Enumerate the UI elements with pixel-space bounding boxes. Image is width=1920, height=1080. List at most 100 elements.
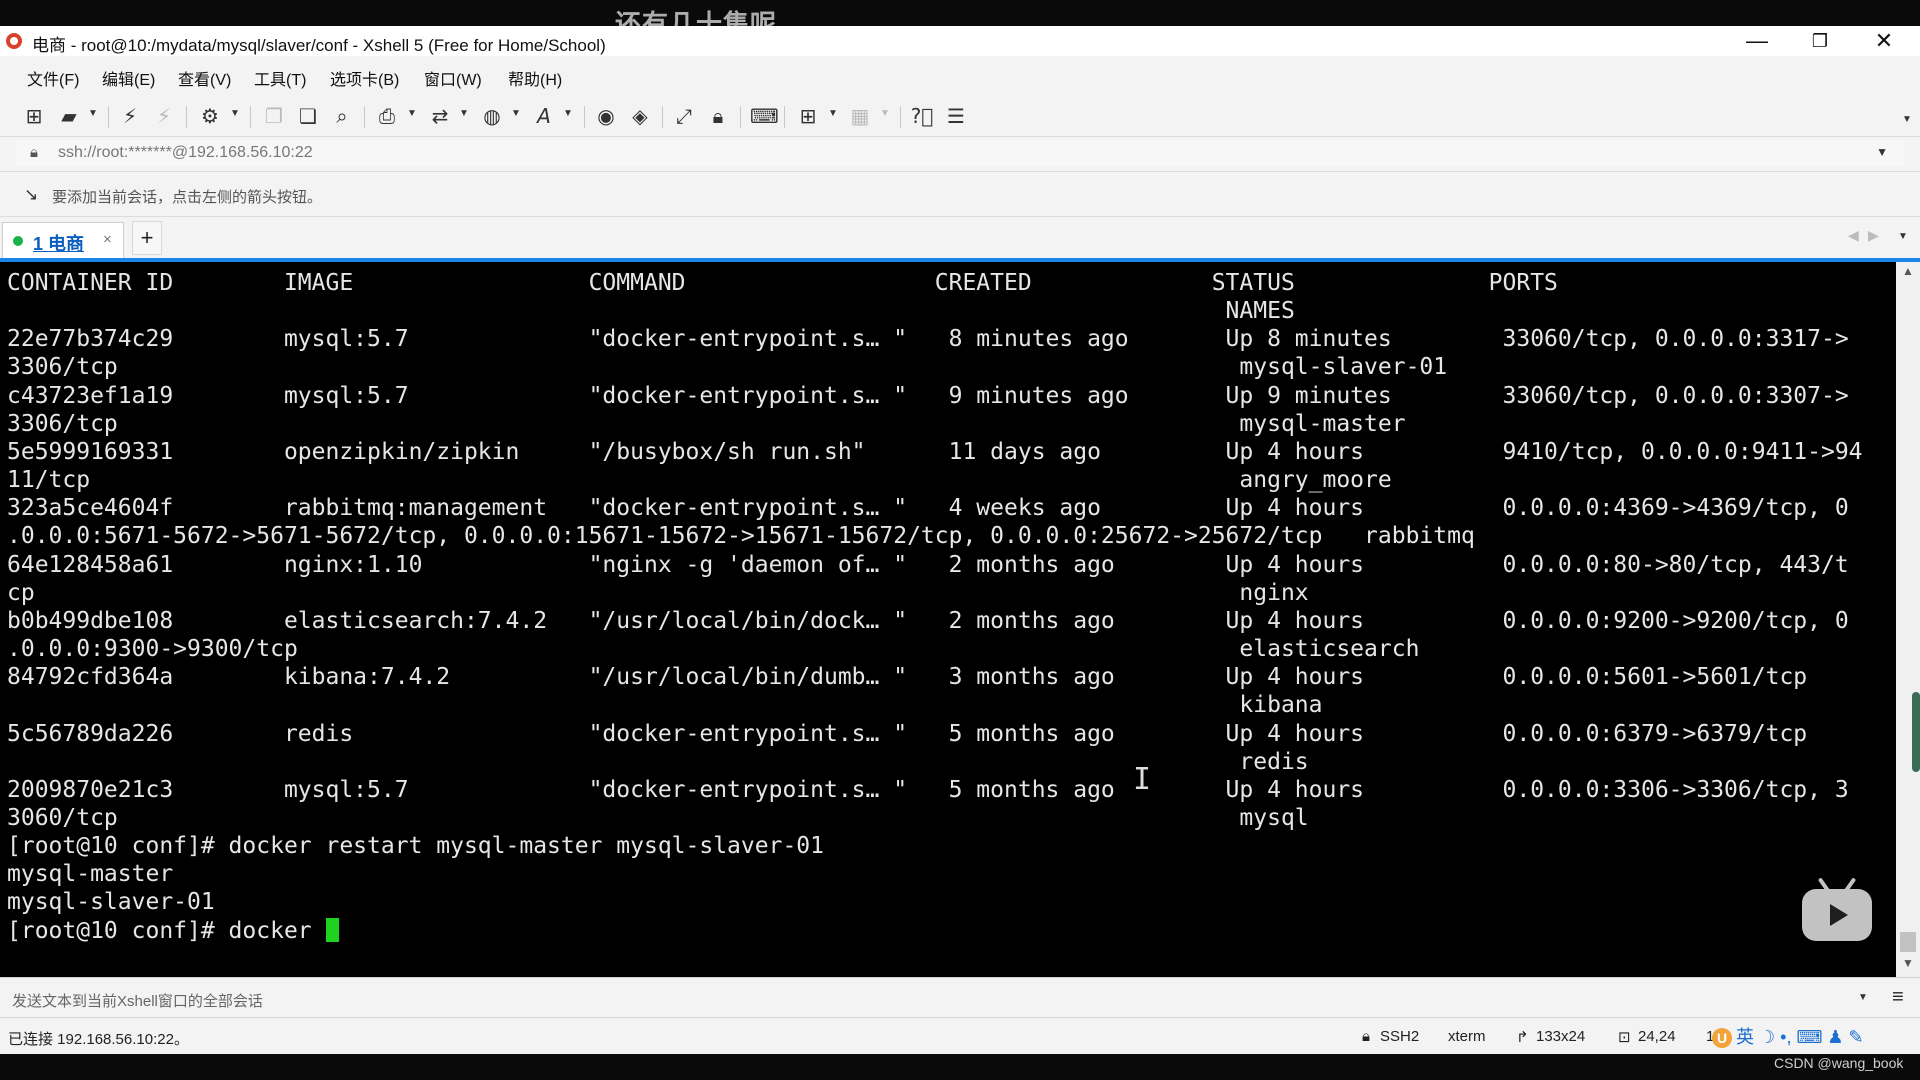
chat-icon[interactable]: ☰	[944, 104, 968, 128]
terminal-line: 84792cfd364a kibana:7.4.2 "/usr/local/bi…	[7, 664, 1808, 691]
terminal-line: 3306/tcp mysql-slaver-01	[7, 354, 1448, 381]
terminal-line: .0.0.0:9300->9300/tcp elasticsearch	[7, 636, 1420, 663]
menu-edit[interactable]: 编辑(E)	[102, 66, 155, 90]
terminal-line: 5e5999169331 openzipkin/zipkin "/busybox…	[7, 438, 1863, 465]
terminal-output: CONTAINER ID IMAGE COMMAND CREATED STATU…	[7, 269, 1863, 945]
add-tab-button[interactable]: +	[132, 221, 162, 255]
paste-icon[interactable]: ❏	[296, 104, 320, 128]
chevron-down-icon[interactable]: ▼	[230, 108, 240, 119]
toolbar-separator	[740, 106, 741, 128]
add-session-arrow-icon[interactable]: ↘	[24, 185, 38, 205]
csdn-watermark: CSDN @wang_book	[1774, 1055, 1904, 1071]
tab-scroll-right-icon[interactable]: ▶	[1868, 227, 1879, 244]
terminal-line: 3306/tcp mysql-master	[7, 410, 1406, 437]
tab-dianshang[interactable]: 1 电商 ×	[2, 222, 124, 258]
terminal-line: CONTAINER ID IMAGE COMMAND CREATED STATU…	[7, 270, 1558, 296]
tab-bar: 1 电商 × + ◀ ▶ ▼	[0, 216, 1920, 259]
transfer-icon[interactable]: ⇄	[428, 104, 452, 128]
chevron-down-icon[interactable]: ▼	[88, 108, 98, 119]
protocol-label: SSH2	[1380, 1028, 1420, 1045]
menu-tabs[interactable]: 选项卡(B)	[330, 66, 399, 90]
close-button[interactable]: ✕	[1854, 26, 1914, 56]
globe-icon[interactable]: ◍	[480, 104, 504, 128]
restore-button[interactable]: ❐	[1790, 26, 1850, 56]
print-icon[interactable]: ⎙	[375, 104, 399, 128]
keyboard-icon[interactable]: ⌨	[750, 104, 779, 128]
tab-scroll-left-icon[interactable]: ◀	[1848, 227, 1859, 244]
resize-icon: ↱	[1516, 1029, 1529, 1046]
bilibili-play-icon[interactable]	[1802, 889, 1872, 941]
chevron-down-icon[interactable]: ▼	[880, 108, 890, 119]
scroll-down-icon[interactable]: ▼	[1902, 956, 1914, 970]
tab-list-dropdown-icon[interactable]: ▼	[1898, 231, 1908, 242]
open-folder-icon[interactable]: ▰	[57, 104, 81, 128]
minimize-button[interactable]: —	[1727, 26, 1787, 56]
toolbar-separator	[186, 106, 187, 128]
menu-bar: 文件(F) 编辑(E) 查看(V) 工具(T) 选项卡(B) 窗口(W) 帮助(…	[0, 56, 1920, 96]
add-tab-icon[interactable]: ⊞	[796, 104, 820, 128]
terminal-scrollbar[interactable]: ▲ ▼	[1896, 262, 1920, 977]
chevron-down-icon[interactable]: ▼	[459, 108, 469, 119]
connected-status-icon	[13, 236, 23, 246]
status-bar: 已连接 192.168.56.10:22。 🔒︎ SSH2 xterm ↱ 13…	[0, 1017, 1920, 1055]
toolbar-separator	[250, 106, 251, 128]
compose-input[interactable]: 发送文本到当前Xshell窗口的全部会话	[12, 990, 263, 1011]
toolbar-separator	[364, 106, 365, 128]
font-icon[interactable]: A	[532, 104, 556, 128]
chevron-down-icon[interactable]: ▼	[511, 108, 521, 119]
layout-icon[interactable]: ▦	[848, 104, 872, 128]
text-cursor-icon: I	[1133, 762, 1152, 797]
terminal-prompt[interactable]: [root@10 conf]# docker	[7, 918, 326, 944]
ime-status: 英 ☽ •, ⌨ ♟ ✎	[1736, 1027, 1864, 1047]
properties-icon[interactable]: ⚙	[198, 104, 222, 128]
menu-file[interactable]: 文件(F)	[27, 66, 79, 90]
chevron-down-icon[interactable]: ▼	[1858, 992, 1868, 1003]
terminal-line: b0b499dbe108 elasticsearch:7.4.2 "/usr/l…	[7, 607, 1849, 634]
copy-icon[interactable]: ❐	[262, 104, 286, 128]
terminal-line: mysql-slaver-01	[7, 889, 215, 916]
terminal-cursor	[325, 917, 339, 942]
close-icon[interactable]: ×	[103, 231, 112, 248]
terminal-line: mysql-master	[7, 861, 174, 888]
disconnect-icon[interactable]: ⚡	[152, 104, 176, 128]
fullscreen-icon[interactable]: ⤢	[672, 104, 696, 128]
window-title: 电商 - root@10:/mydata/mysql/slaver/conf -…	[32, 36, 606, 55]
chevron-down-icon[interactable]: ▼	[563, 108, 573, 119]
toolbar: ⊞ ▰ ▼ ⚡ ⚡ ⚙ ▼ ❐ ❏ ⌕ ⎙ ▼ ⇄ ▼ ◍ ▼ A ▼ ◉ ◈ …	[0, 96, 1920, 136]
chevron-down-icon[interactable]: ▼	[828, 108, 838, 119]
scrollbar-thumb[interactable]	[1900, 932, 1916, 952]
find-icon[interactable]: ⌕	[330, 104, 354, 128]
toolbar-separator	[662, 106, 663, 128]
input-method-toolbar[interactable]: U英 ☽ •, ⌨ ♟ ✎	[1712, 1023, 1864, 1049]
chevron-down-icon[interactable]: ▼	[407, 108, 417, 119]
terminal-pane[interactable]: CONTAINER ID IMAGE COMMAND CREATED STATU…	[0, 262, 1896, 977]
menu-view[interactable]: 查看(V)	[178, 66, 231, 90]
hamburger-menu-icon[interactable]: ≡	[1892, 986, 1904, 1009]
toolbar-separator	[784, 106, 785, 128]
lock-icon: 🔒︎	[30, 144, 38, 161]
compose-bar: 发送文本到当前Xshell窗口的全部会话 ▼ ≡	[0, 977, 1920, 1018]
menu-window[interactable]: 窗口(W)	[424, 66, 482, 90]
connect-icon[interactable]: ⚡	[118, 104, 142, 128]
new-session-icon[interactable]: ⊞	[22, 104, 46, 128]
terminal-line: 11/tcp angry_moore	[7, 467, 1392, 494]
chevron-down-icon[interactable]: ▼	[1876, 145, 1888, 159]
session-hint-text: 要添加当前会话，点击左侧的箭头按钮。	[52, 189, 323, 206]
scroll-up-icon[interactable]: ▲	[1902, 264, 1914, 278]
script-icon[interactable]: ◈	[628, 104, 652, 128]
terminal-line: redis	[7, 748, 1309, 775]
terminal-line: kibana	[7, 692, 1323, 719]
lock-icon[interactable]: 🔒︎	[706, 104, 730, 128]
xftp-icon[interactable]: ◉	[594, 104, 618, 128]
address-input[interactable]: 🔒︎ ssh://root:*******@192.168.56.10:22 ▼	[16, 140, 1904, 166]
video-bottom-band	[0, 1054, 1920, 1080]
terminal-line: NAMES	[7, 298, 1295, 325]
scrollbar-marker	[1912, 692, 1920, 772]
toolbar-separator	[108, 106, 109, 128]
tab-label: 1 电商	[33, 234, 85, 254]
terminal-line: c43723ef1a19 mysql:5.7 "docker-entrypoin…	[7, 382, 1849, 409]
menu-help[interactable]: 帮助(H)	[508, 66, 562, 90]
chevron-down-icon[interactable]: ▼	[1902, 114, 1912, 125]
menu-tools[interactable]: 工具(T)	[254, 66, 306, 90]
help-icon[interactable]: ?⃝	[910, 104, 934, 128]
